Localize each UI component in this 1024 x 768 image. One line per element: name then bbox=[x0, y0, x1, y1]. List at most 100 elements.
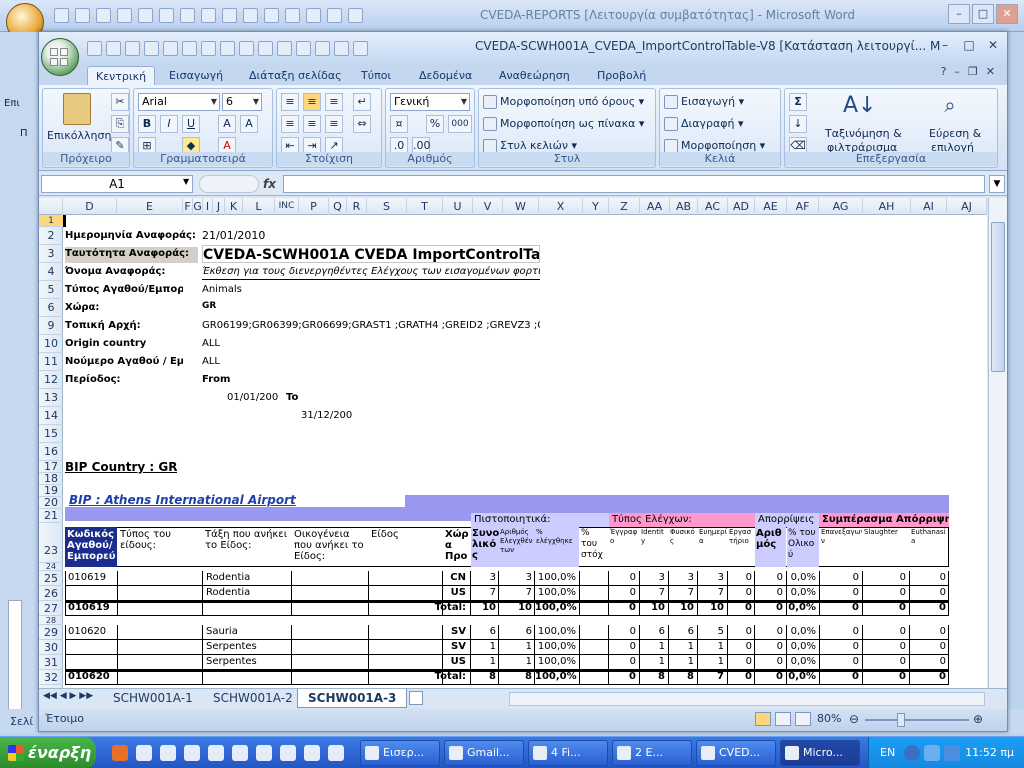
new-document-icon[interactable] bbox=[138, 8, 153, 23]
column-header[interactable]: U bbox=[443, 198, 473, 215]
save-icon[interactable] bbox=[54, 8, 69, 23]
column-header[interactable]: L bbox=[243, 198, 275, 215]
tray-icon[interactable] bbox=[944, 745, 960, 761]
row-header[interactable]: 3 bbox=[39, 245, 63, 263]
column-header[interactable]: AD bbox=[728, 198, 755, 215]
quicklaunch-icon[interactable] bbox=[280, 745, 296, 761]
decrease-font-icon[interactable]: A bbox=[240, 115, 258, 133]
draw-table-icon[interactable] bbox=[264, 8, 279, 23]
column-header[interactable]: AF bbox=[787, 198, 819, 215]
worksheet[interactable]: D E F G I J K L INC P Q R S T U V W X Y … bbox=[39, 198, 987, 688]
zoom-slider-thumb[interactable] bbox=[897, 713, 905, 727]
row-header[interactable]: 29 bbox=[39, 625, 63, 640]
help-icon[interactable]: ? bbox=[941, 65, 947, 78]
horizontal-scrollbar[interactable] bbox=[509, 692, 985, 706]
tray-icon[interactable] bbox=[924, 745, 940, 761]
italic-icon[interactable]: I bbox=[160, 115, 178, 133]
cell-area[interactable]: Ημερομηνία Αναφοράς: 21/01/2010 Ταυτότητ… bbox=[63, 215, 987, 688]
row-header[interactable]: 23 bbox=[39, 523, 63, 563]
row-header[interactable]: 9 bbox=[39, 317, 63, 335]
column-header[interactable]: R bbox=[347, 198, 367, 215]
quicklaunch-icon[interactable] bbox=[208, 745, 224, 761]
insert-cells-button[interactable]: Εισαγωγή ▾ bbox=[664, 93, 744, 111]
taskbar-item[interactable]: CVED... bbox=[696, 740, 776, 766]
zoom-icon[interactable] bbox=[348, 8, 363, 23]
column-header[interactable]: Q bbox=[329, 198, 347, 215]
column-header[interactable]: AA bbox=[640, 198, 670, 215]
row-header[interactable]: 12 bbox=[39, 371, 63, 389]
delete-cells-icon[interactable] bbox=[239, 40, 254, 56]
column-header[interactable]: G bbox=[193, 198, 203, 215]
excel-office-button[interactable] bbox=[41, 38, 79, 76]
align-top-icon[interactable]: ≡ bbox=[281, 93, 299, 111]
number-format-select[interactable]: Γενική ▼ bbox=[390, 93, 470, 111]
row-header[interactable]: 15 bbox=[39, 425, 63, 443]
align-bottom-icon[interactable]: ≡ bbox=[325, 93, 343, 111]
format-as-table-button[interactable]: Μορφοποίηση ως πίνακα ▾ bbox=[483, 115, 644, 133]
copy-icon[interactable]: ⎘ bbox=[111, 115, 129, 133]
quicklaunch-icon[interactable] bbox=[136, 745, 152, 761]
column-header[interactable]: AG bbox=[819, 198, 863, 215]
row-header[interactable]: 30 bbox=[39, 640, 63, 655]
insert-function-icon[interactable]: fx bbox=[263, 175, 283, 193]
quicklaunch-icon[interactable] bbox=[328, 745, 344, 761]
sheet-tab-active[interactable]: SCHW001A-3 bbox=[297, 689, 408, 708]
row-header[interactable]: 11 bbox=[39, 353, 63, 371]
tab-home[interactable]: Κεντρική bbox=[87, 66, 156, 85]
font-size-select[interactable]: 6 ▼ bbox=[222, 93, 262, 111]
undo-icon[interactable] bbox=[75, 8, 90, 23]
column-header[interactable]: F bbox=[183, 198, 193, 215]
row-header[interactable]: 20 bbox=[39, 497, 63, 509]
page-break-view-icon[interactable] bbox=[795, 712, 811, 726]
column-header[interactable]: AE bbox=[755, 198, 787, 215]
normal-view-icon[interactable] bbox=[755, 712, 771, 726]
close-button[interactable]: ✕ bbox=[986, 65, 995, 78]
freeze-icon[interactable] bbox=[334, 40, 349, 56]
thousands-separator-icon[interactable]: 000 bbox=[448, 115, 472, 133]
print-preview-icon[interactable] bbox=[144, 40, 159, 56]
tab-page-layout[interactable]: Διάταξη σελίδας bbox=[249, 66, 342, 85]
conditional-formatting-button[interactable]: Μορφοποίηση υπό όρους ▾ bbox=[483, 93, 644, 111]
table-icon[interactable] bbox=[277, 40, 292, 56]
format-painter-icon[interactable] bbox=[163, 40, 178, 56]
row-header[interactable]: 1 bbox=[39, 215, 63, 227]
borders-icon[interactable] bbox=[296, 40, 311, 56]
firefox-icon[interactable] bbox=[112, 745, 128, 761]
row-header[interactable]: 5 bbox=[39, 281, 63, 299]
chevron-down-icon[interactable]: ▼ bbox=[183, 177, 189, 186]
restore-button[interactable]: ❐ bbox=[968, 65, 978, 78]
font-name-select[interactable]: Arial ▼ bbox=[138, 93, 220, 111]
close-button[interactable]: ✕ bbox=[996, 4, 1018, 24]
column-header[interactable]: Z bbox=[609, 198, 640, 215]
sheet-tab[interactable]: SCHW001A-2 bbox=[203, 689, 303, 708]
column-header[interactable]: P bbox=[299, 198, 329, 215]
close-button[interactable]: ✕ bbox=[985, 37, 1001, 53]
sort-icon[interactable] bbox=[258, 40, 273, 56]
quicklaunch-icon[interactable] bbox=[304, 745, 320, 761]
align-middle-icon[interactable]: ≡ bbox=[303, 93, 321, 111]
tab-data[interactable]: Δεδομένα bbox=[419, 66, 472, 85]
currency-icon[interactable]: ¤ bbox=[390, 115, 408, 133]
column-header[interactable]: X bbox=[539, 198, 583, 215]
column-header[interactable]: AC bbox=[698, 198, 728, 215]
find-icon[interactable] bbox=[222, 8, 237, 23]
quicklaunch-icon[interactable] bbox=[184, 745, 200, 761]
bold-icon[interactable]: B bbox=[138, 115, 156, 133]
row-header[interactable]: 28 bbox=[39, 616, 63, 625]
taskbar-item[interactable]: Gmail... bbox=[444, 740, 524, 766]
column-header[interactable]: V bbox=[473, 198, 503, 215]
column-header[interactable]: AI bbox=[911, 198, 947, 215]
pilcrow-icon[interactable] bbox=[243, 8, 258, 23]
zoom-out-icon[interactable]: ⊖ bbox=[849, 712, 859, 726]
name-box[interactable]: A1 bbox=[41, 175, 193, 193]
taskbar-item[interactable]: Εισερ... bbox=[360, 740, 440, 766]
vertical-scroll-thumb[interactable] bbox=[991, 222, 1005, 372]
column-header[interactable]: AH bbox=[863, 198, 911, 215]
column-header[interactable]: I bbox=[203, 198, 213, 215]
start-button[interactable]: έναρξη bbox=[0, 737, 96, 768]
select-all-corner[interactable] bbox=[39, 198, 63, 215]
align-center-icon[interactable]: ≡ bbox=[303, 115, 321, 133]
minimize-button[interactable]: – bbox=[954, 65, 960, 78]
paste-icon[interactable] bbox=[63, 93, 91, 125]
chart-icon[interactable] bbox=[315, 40, 330, 56]
